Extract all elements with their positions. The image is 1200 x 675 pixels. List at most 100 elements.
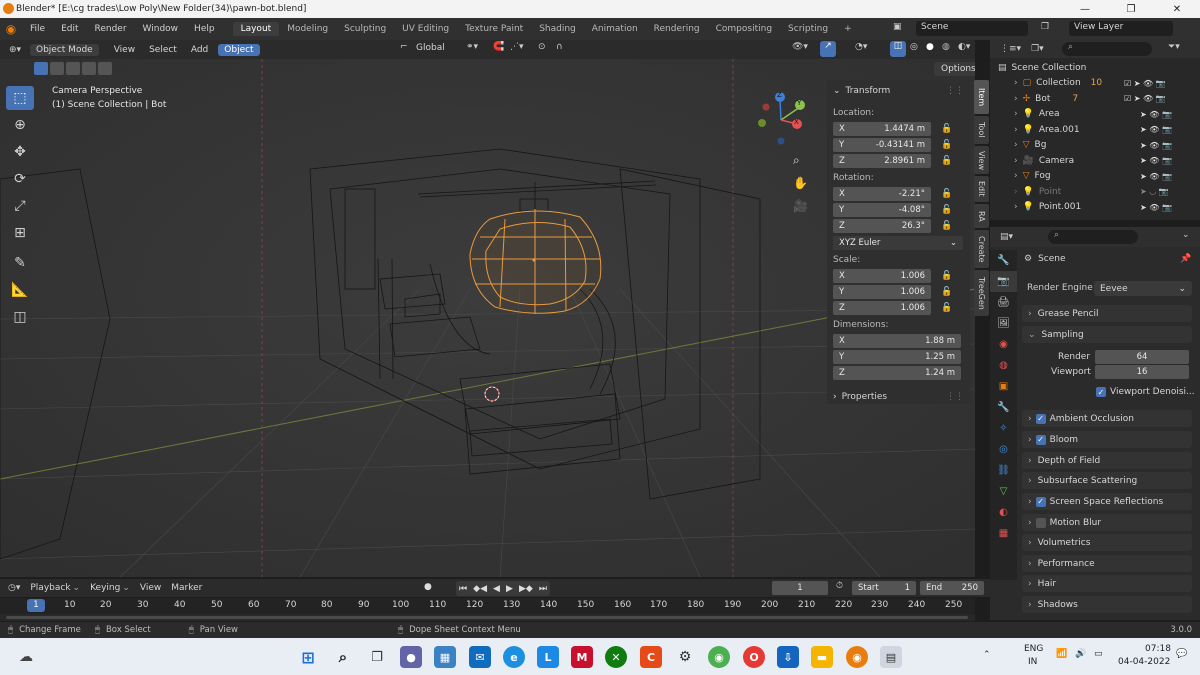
move-tool-icon[interactable]: ✥ [6, 140, 34, 164]
lock-icon[interactable]: 🔓 [941, 156, 952, 166]
restrict-icons[interactable]: ☑ ➤ 👁 📷 [1124, 94, 1166, 103]
lock-icon[interactable]: 🔓 [941, 205, 952, 215]
menu-marker[interactable]: Marker [171, 583, 202, 593]
restrict-icons[interactable]: ➤ 👁 📷 [1140, 141, 1172, 150]
tab-view[interactable]: View [974, 146, 989, 174]
tab-sculpting[interactable]: Sculpting [336, 22, 394, 36]
shadows-panel[interactable]: › Shadows [1022, 596, 1192, 613]
scene-properties-icon[interactable]: ◉ [990, 334, 1017, 355]
menu-window[interactable]: Window [135, 24, 187, 34]
material-properties-icon[interactable]: ◐ [990, 502, 1017, 523]
maximize-button[interactable]: ❐ [1108, 0, 1154, 18]
modifier-properties-icon[interactable]: 🔧 [990, 397, 1017, 418]
material-shading-icon[interactable]: ◍ [942, 42, 950, 52]
tab-rendering[interactable]: Rendering [646, 22, 708, 36]
tab-uv-editing[interactable]: UV Editing [394, 22, 457, 36]
outliner-row[interactable]: › 💡 Point ➤ ◡ 📷 [990, 184, 1200, 200]
solid-shading-icon[interactable]: ● [926, 42, 934, 52]
pan-hand-icon[interactable]: ✋ [793, 176, 808, 190]
sampling-panel[interactable]: ⌄ Sampling [1022, 326, 1192, 343]
snap-target-icon[interactable]: ⋰▾ [510, 42, 524, 52]
viewport-denoising-checkbox[interactable]: ✓ Viewport Denoisi... [1096, 387, 1195, 397]
render-properties-icon[interactable]: 📷 [990, 271, 1017, 292]
tab-shading[interactable]: Shading [531, 22, 584, 36]
texture-properties-icon[interactable]: ▦ [990, 523, 1017, 544]
select-extend-icon[interactable] [50, 62, 64, 75]
jump-keyframe-back-icon[interactable]: ◆◀ [473, 584, 487, 594]
constraints-icon[interactable]: ⛓ [990, 460, 1017, 481]
grease-pencil-panel[interactable]: › Grease Pencil [1022, 305, 1192, 322]
timeline-editor-icon[interactable]: ◷▾ [8, 583, 20, 593]
falloff-icon[interactable]: ∩ [556, 42, 563, 52]
xbox-icon[interactable]: ✕ [605, 646, 627, 668]
annotate-tool-icon[interactable]: ✎ [6, 251, 34, 275]
overlay-icon[interactable]: ◔▾ [855, 42, 867, 52]
mcafee-icon[interactable]: M [571, 646, 593, 668]
restrict-icons[interactable]: ➤ 👁 📷 [1140, 125, 1172, 134]
rendered-shading-icon[interactable]: ◐▾ [958, 42, 970, 52]
pin-icon[interactable]: 📌 [1180, 254, 1191, 264]
restrict-icons[interactable]: ➤ 👁 📷 [1140, 203, 1172, 212]
stopwatch-icon[interactable]: ⏱ [836, 581, 843, 591]
location-y-field[interactable]: Y -0.43141 m [833, 137, 931, 152]
display-mode-icon[interactable]: ❐▾ [1031, 44, 1044, 54]
data-properties-icon[interactable]: ▽ [990, 481, 1017, 502]
xray-icon[interactable]: ◫ [890, 41, 906, 57]
minimize-button[interactable]: — [1062, 0, 1108, 18]
scene-selector[interactable]: Scene [916, 21, 1028, 36]
outliner-row[interactable]: › 🎥 Camera ➤ 👁 📷 [990, 153, 1200, 169]
restrict-icons[interactable]: ➤ 👁 📷 [1140, 110, 1172, 119]
output-properties-icon[interactable]: 🖨 [990, 292, 1017, 313]
lock-icon[interactable]: 🔓 [941, 303, 952, 313]
outliner-row[interactable]: › 💡 Area.001 ➤ 👁 📷 [990, 122, 1200, 138]
ambient-occlusion-panel[interactable]: › ✓ Ambient Occlusion [1022, 410, 1192, 427]
view-layer-selector[interactable]: View Layer [1069, 21, 1173, 36]
outliner-search-icon[interactable]: ⌕ [1062, 42, 1152, 56]
render-engine-selector[interactable]: Eevee ⌄ [1094, 281, 1192, 296]
blender-taskbar-icon[interactable]: ◉ [846, 646, 868, 668]
menu-keying[interactable]: Keying [90, 583, 120, 593]
physics-icon[interactable]: ◎ [990, 439, 1017, 460]
start-menu-icon[interactable]: ⊞ [297, 646, 319, 668]
jump-keyframe-forward-icon[interactable]: ▶◆ [519, 584, 533, 594]
tab-animation[interactable]: Animation [584, 22, 646, 36]
wifi-icon[interactable]: 📶 [1056, 649, 1067, 659]
tab-texture-paint[interactable]: Texture Paint [457, 22, 531, 36]
language-indicator[interactable]: ENG [1024, 644, 1043, 654]
notepad-icon[interactable]: ▤ [880, 646, 902, 668]
region-indicator[interactable]: IN [1028, 657, 1037, 667]
zoom-icon[interactable]: ⌕ [793, 153, 800, 168]
visibility-icon[interactable]: 👁▾ [792, 42, 808, 52]
lock-icon[interactable]: 🔓 [941, 271, 952, 281]
end-frame-field[interactable]: End 250 [920, 581, 984, 595]
tab-item[interactable]: Item [974, 80, 989, 114]
volumetrics-panel[interactable]: › Volumetrics [1022, 534, 1192, 551]
lock-icon[interactable]: 🔓 [941, 221, 952, 231]
weather-icon[interactable]: ☁ [15, 646, 37, 668]
outliner-row[interactable]: › ✢ Bot 7 ☑ ➤ 👁 📷 [990, 91, 1200, 107]
installer-icon[interactable]: ⇩ [777, 646, 799, 668]
add-cube-tool-icon[interactable]: ◫ [6, 305, 34, 329]
outliner-row[interactable]: › ▢ Collection 10 ☑ ➤ 👁 📷 [990, 76, 1200, 92]
notification-icon[interactable]: 💬 [1176, 649, 1187, 659]
navigation-gizmo[interactable]: Z Y X [752, 89, 812, 149]
record-icon[interactable]: ● [424, 582, 432, 592]
lock-icon[interactable]: 🔓 [941, 189, 952, 199]
measure-tool-icon[interactable]: 📐 [6, 278, 34, 302]
photos-icon[interactable]: ▦ [434, 646, 456, 668]
transform-section-header[interactable]: ⌄ Transform ⋮⋮ [833, 83, 970, 98]
screen-space-reflections-panel[interactable]: › ✓ Screen Space Reflections [1022, 493, 1192, 510]
gizmo-toggle-icon[interactable]: ↗ [820, 41, 836, 57]
rotation-y-field[interactable]: Y -4.08° [833, 202, 931, 217]
tab-edit[interactable]: Edit [974, 176, 989, 202]
play-reverse-icon[interactable]: ◀ [493, 584, 500, 594]
tab-ra[interactable]: RA [974, 204, 989, 228]
rotation-x-field[interactable]: X -2.21° [833, 186, 931, 201]
transform-orientation-selector[interactable]: Global [416, 43, 445, 53]
volume-icon[interactable]: 🔊 [1075, 649, 1086, 659]
menu-playback[interactable]: Playback [30, 583, 70, 593]
tab-layout[interactable]: Layout [232, 22, 280, 36]
menu-render[interactable]: Render [87, 24, 135, 34]
clock-time[interactable]: 07:18 [1145, 644, 1171, 654]
select-new-icon[interactable] [34, 62, 48, 75]
